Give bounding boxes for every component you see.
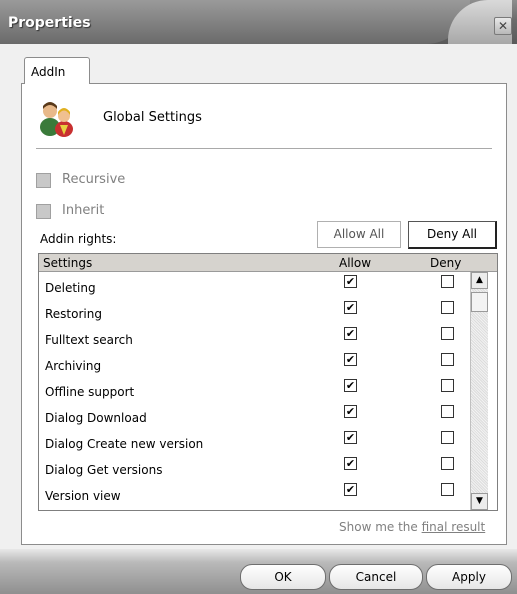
recursive-checkbox-box: [36, 173, 51, 188]
setting-name: Dialog Create new version: [45, 437, 204, 451]
deny-checkbox[interactable]: [441, 301, 454, 314]
title-bar[interactable]: Properties ✕: [0, 0, 517, 44]
column-allow[interactable]: Allow: [339, 256, 371, 270]
table-row: Fulltext search ✔: [39, 324, 469, 350]
allow-checkbox[interactable]: ✔: [344, 275, 357, 288]
scroll-down-icon[interactable]: ▼: [471, 493, 488, 510]
tab-addin-label: AddIn: [31, 65, 66, 79]
allow-checkbox[interactable]: ✔: [344, 457, 357, 470]
grid-header: Settings Allow Deny: [39, 254, 497, 272]
table-row: Dialog Get versions ✔: [39, 454, 469, 480]
table-row: Restoring ✔: [39, 298, 469, 324]
recursive-label: Recursive: [62, 172, 126, 187]
global-settings-label: Global Settings: [103, 110, 202, 125]
close-icon[interactable]: ✕: [494, 17, 512, 35]
deny-checkbox[interactable]: [441, 379, 454, 392]
column-deny[interactable]: Deny: [430, 256, 461, 270]
setting-name: Dialog Get versions: [45, 463, 163, 477]
rights-grid: Settings Allow Deny Deleting ✔ Restoring ✔ F…: [38, 253, 498, 511]
table-row: Dialog Create new version ✔: [39, 428, 469, 454]
scroll-up-icon[interactable]: ▲: [471, 272, 488, 289]
allow-checkbox[interactable]: ✔: [344, 327, 357, 340]
cancel-button[interactable]: Cancel: [329, 564, 423, 590]
setting-name: Dialog Download: [45, 411, 147, 425]
properties-dialog: Properties ✕ AddIn Global Settings Recur…: [0, 0, 517, 594]
separator: [36, 148, 492, 149]
deny-checkbox[interactable]: [441, 275, 454, 288]
deny-checkbox[interactable]: [441, 353, 454, 366]
apply-button[interactable]: Apply: [426, 564, 512, 590]
table-row: Archiving ✔: [39, 350, 469, 376]
allow-checkbox[interactable]: ✔: [344, 431, 357, 444]
column-settings[interactable]: Settings: [43, 256, 92, 270]
table-row: Deleting ✔: [39, 272, 469, 298]
vertical-scrollbar[interactable]: ▲ ▼: [470, 272, 488, 510]
table-row: Version view ✔: [39, 480, 469, 506]
table-row: Offline support ✔: [39, 376, 469, 402]
setting-name: Version view: [45, 489, 121, 503]
setting-name: Fulltext search: [45, 333, 133, 347]
tab-addin[interactable]: AddIn: [24, 57, 90, 84]
inherit-label: Inherit: [62, 203, 105, 218]
setting-name: Offline support: [45, 385, 135, 399]
deny-checkbox[interactable]: [441, 431, 454, 444]
allow-checkbox[interactable]: ✔: [344, 379, 357, 392]
deny-all-button[interactable]: Deny All: [408, 221, 497, 249]
allow-checkbox[interactable]: ✔: [344, 301, 357, 314]
table-row: Dialog Download ✔: [39, 402, 469, 428]
allow-all-button[interactable]: Allow All: [317, 221, 401, 248]
window-title: Properties: [8, 15, 91, 31]
deny-checkbox[interactable]: [441, 483, 454, 496]
setting-name: Archiving: [45, 359, 102, 373]
users-group-icon: [40, 102, 73, 137]
deny-checkbox[interactable]: [441, 457, 454, 470]
show-result-prefix: Show me the: [339, 520, 418, 534]
deny-checkbox[interactable]: [441, 327, 454, 340]
deny-checkbox[interactable]: [441, 405, 454, 418]
show-result-line: Show me the final result: [339, 520, 485, 534]
ok-button[interactable]: OK: [240, 564, 326, 590]
allow-checkbox[interactable]: ✔: [344, 483, 357, 496]
allow-checkbox[interactable]: ✔: [344, 405, 357, 418]
final-result-link[interactable]: final result: [422, 520, 486, 534]
addin-rights-label: Addin rights:: [40, 232, 117, 246]
scroll-thumb[interactable]: [471, 292, 488, 312]
inherit-checkbox-box: [36, 204, 51, 219]
setting-name: Restoring: [45, 307, 102, 321]
allow-checkbox[interactable]: ✔: [344, 353, 357, 366]
setting-name: Deleting: [45, 281, 96, 295]
